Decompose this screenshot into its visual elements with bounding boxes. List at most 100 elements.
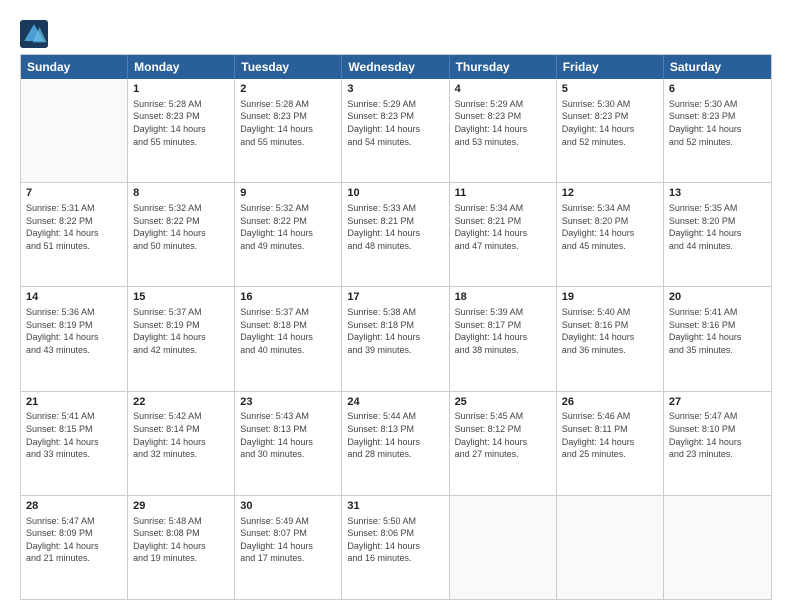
day-info: Sunrise: 5:38 AM Sunset: 8:18 PM Dayligh… bbox=[347, 306, 443, 356]
day-cell-empty-4-5 bbox=[557, 496, 664, 599]
day-cell-11: 11Sunrise: 5:34 AM Sunset: 8:21 PM Dayli… bbox=[450, 183, 557, 286]
day-number: 2 bbox=[240, 82, 336, 97]
day-number: 3 bbox=[347, 82, 443, 97]
day-cell-empty-4-4 bbox=[450, 496, 557, 599]
day-cell-29: 29Sunrise: 5:48 AM Sunset: 8:08 PM Dayli… bbox=[128, 496, 235, 599]
day-cell-16: 16Sunrise: 5:37 AM Sunset: 8:18 PM Dayli… bbox=[235, 287, 342, 390]
logo bbox=[20, 20, 50, 48]
day-info: Sunrise: 5:50 AM Sunset: 8:06 PM Dayligh… bbox=[347, 515, 443, 565]
day-info: Sunrise: 5:44 AM Sunset: 8:13 PM Dayligh… bbox=[347, 410, 443, 460]
day-info: Sunrise: 5:28 AM Sunset: 8:23 PM Dayligh… bbox=[133, 98, 229, 148]
day-number: 5 bbox=[562, 82, 658, 97]
day-info: Sunrise: 5:37 AM Sunset: 8:18 PM Dayligh… bbox=[240, 306, 336, 356]
day-info: Sunrise: 5:47 AM Sunset: 8:10 PM Dayligh… bbox=[669, 410, 766, 460]
day-info: Sunrise: 5:34 AM Sunset: 8:20 PM Dayligh… bbox=[562, 202, 658, 252]
day-cell-13: 13Sunrise: 5:35 AM Sunset: 8:20 PM Dayli… bbox=[664, 183, 771, 286]
day-cell-30: 30Sunrise: 5:49 AM Sunset: 8:07 PM Dayli… bbox=[235, 496, 342, 599]
day-info: Sunrise: 5:49 AM Sunset: 8:07 PM Dayligh… bbox=[240, 515, 336, 565]
day-info: Sunrise: 5:43 AM Sunset: 8:13 PM Dayligh… bbox=[240, 410, 336, 460]
day-number: 27 bbox=[669, 395, 766, 410]
day-info: Sunrise: 5:48 AM Sunset: 8:08 PM Dayligh… bbox=[133, 515, 229, 565]
day-cell-5: 5Sunrise: 5:30 AM Sunset: 8:23 PM Daylig… bbox=[557, 79, 664, 182]
header bbox=[20, 16, 772, 48]
day-number: 20 bbox=[669, 290, 766, 305]
day-number: 13 bbox=[669, 186, 766, 201]
day-cell-6: 6Sunrise: 5:30 AM Sunset: 8:23 PM Daylig… bbox=[664, 79, 771, 182]
day-number: 17 bbox=[347, 290, 443, 305]
day-cell-24: 24Sunrise: 5:44 AM Sunset: 8:13 PM Dayli… bbox=[342, 392, 449, 495]
day-cell-9: 9Sunrise: 5:32 AM Sunset: 8:22 PM Daylig… bbox=[235, 183, 342, 286]
header-day-tuesday: Tuesday bbox=[235, 55, 342, 79]
day-number: 18 bbox=[455, 290, 551, 305]
day-info: Sunrise: 5:33 AM Sunset: 8:21 PM Dayligh… bbox=[347, 202, 443, 252]
day-info: Sunrise: 5:32 AM Sunset: 8:22 PM Dayligh… bbox=[133, 202, 229, 252]
day-info: Sunrise: 5:34 AM Sunset: 8:21 PM Dayligh… bbox=[455, 202, 551, 252]
day-cell-28: 28Sunrise: 5:47 AM Sunset: 8:09 PM Dayli… bbox=[21, 496, 128, 599]
day-number: 31 bbox=[347, 499, 443, 514]
day-info: Sunrise: 5:47 AM Sunset: 8:09 PM Dayligh… bbox=[26, 515, 122, 565]
day-cell-14: 14Sunrise: 5:36 AM Sunset: 8:19 PM Dayli… bbox=[21, 287, 128, 390]
day-number: 11 bbox=[455, 186, 551, 201]
day-number: 12 bbox=[562, 186, 658, 201]
day-cell-25: 25Sunrise: 5:45 AM Sunset: 8:12 PM Dayli… bbox=[450, 392, 557, 495]
day-info: Sunrise: 5:36 AM Sunset: 8:19 PM Dayligh… bbox=[26, 306, 122, 356]
day-number: 16 bbox=[240, 290, 336, 305]
header-day-monday: Monday bbox=[128, 55, 235, 79]
day-number: 6 bbox=[669, 82, 766, 97]
day-cell-1: 1Sunrise: 5:28 AM Sunset: 8:23 PM Daylig… bbox=[128, 79, 235, 182]
calendar-row-3: 21Sunrise: 5:41 AM Sunset: 8:15 PM Dayli… bbox=[21, 391, 771, 495]
day-cell-19: 19Sunrise: 5:40 AM Sunset: 8:16 PM Dayli… bbox=[557, 287, 664, 390]
calendar: SundayMondayTuesdayWednesdayThursdayFrid… bbox=[20, 54, 772, 600]
day-number: 8 bbox=[133, 186, 229, 201]
header-day-thursday: Thursday bbox=[450, 55, 557, 79]
day-number: 1 bbox=[133, 82, 229, 97]
day-cell-12: 12Sunrise: 5:34 AM Sunset: 8:20 PM Dayli… bbox=[557, 183, 664, 286]
day-info: Sunrise: 5:29 AM Sunset: 8:23 PM Dayligh… bbox=[455, 98, 551, 148]
day-number: 29 bbox=[133, 499, 229, 514]
calendar-row-2: 14Sunrise: 5:36 AM Sunset: 8:19 PM Dayli… bbox=[21, 286, 771, 390]
day-number: 4 bbox=[455, 82, 551, 97]
day-cell-empty-4-6 bbox=[664, 496, 771, 599]
day-number: 15 bbox=[133, 290, 229, 305]
day-info: Sunrise: 5:41 AM Sunset: 8:15 PM Dayligh… bbox=[26, 410, 122, 460]
day-cell-10: 10Sunrise: 5:33 AM Sunset: 8:21 PM Dayli… bbox=[342, 183, 449, 286]
day-number: 21 bbox=[26, 395, 122, 410]
day-info: Sunrise: 5:39 AM Sunset: 8:17 PM Dayligh… bbox=[455, 306, 551, 356]
day-cell-27: 27Sunrise: 5:47 AM Sunset: 8:10 PM Dayli… bbox=[664, 392, 771, 495]
calendar-row-4: 28Sunrise: 5:47 AM Sunset: 8:09 PM Dayli… bbox=[21, 495, 771, 599]
day-number: 24 bbox=[347, 395, 443, 410]
day-number: 9 bbox=[240, 186, 336, 201]
day-info: Sunrise: 5:29 AM Sunset: 8:23 PM Dayligh… bbox=[347, 98, 443, 148]
calendar-row-1: 7Sunrise: 5:31 AM Sunset: 8:22 PM Daylig… bbox=[21, 182, 771, 286]
day-number: 19 bbox=[562, 290, 658, 305]
day-cell-22: 22Sunrise: 5:42 AM Sunset: 8:14 PM Dayli… bbox=[128, 392, 235, 495]
calendar-body: 1Sunrise: 5:28 AM Sunset: 8:23 PM Daylig… bbox=[21, 79, 771, 599]
day-cell-26: 26Sunrise: 5:46 AM Sunset: 8:11 PM Dayli… bbox=[557, 392, 664, 495]
header-day-saturday: Saturday bbox=[664, 55, 771, 79]
day-number: 23 bbox=[240, 395, 336, 410]
day-info: Sunrise: 5:37 AM Sunset: 8:19 PM Dayligh… bbox=[133, 306, 229, 356]
day-cell-21: 21Sunrise: 5:41 AM Sunset: 8:15 PM Dayli… bbox=[21, 392, 128, 495]
day-cell-empty-0-0 bbox=[21, 79, 128, 182]
day-cell-17: 17Sunrise: 5:38 AM Sunset: 8:18 PM Dayli… bbox=[342, 287, 449, 390]
day-cell-7: 7Sunrise: 5:31 AM Sunset: 8:22 PM Daylig… bbox=[21, 183, 128, 286]
calendar-header: SundayMondayTuesdayWednesdayThursdayFrid… bbox=[21, 55, 771, 79]
day-info: Sunrise: 5:31 AM Sunset: 8:22 PM Dayligh… bbox=[26, 202, 122, 252]
day-info: Sunrise: 5:28 AM Sunset: 8:23 PM Dayligh… bbox=[240, 98, 336, 148]
day-number: 30 bbox=[240, 499, 336, 514]
day-info: Sunrise: 5:35 AM Sunset: 8:20 PM Dayligh… bbox=[669, 202, 766, 252]
calendar-row-0: 1Sunrise: 5:28 AM Sunset: 8:23 PM Daylig… bbox=[21, 79, 771, 182]
day-cell-31: 31Sunrise: 5:50 AM Sunset: 8:06 PM Dayli… bbox=[342, 496, 449, 599]
day-cell-3: 3Sunrise: 5:29 AM Sunset: 8:23 PM Daylig… bbox=[342, 79, 449, 182]
day-info: Sunrise: 5:41 AM Sunset: 8:16 PM Dayligh… bbox=[669, 306, 766, 356]
day-number: 10 bbox=[347, 186, 443, 201]
day-cell-4: 4Sunrise: 5:29 AM Sunset: 8:23 PM Daylig… bbox=[450, 79, 557, 182]
day-cell-23: 23Sunrise: 5:43 AM Sunset: 8:13 PM Dayli… bbox=[235, 392, 342, 495]
day-info: Sunrise: 5:46 AM Sunset: 8:11 PM Dayligh… bbox=[562, 410, 658, 460]
day-number: 28 bbox=[26, 499, 122, 514]
day-cell-8: 8Sunrise: 5:32 AM Sunset: 8:22 PM Daylig… bbox=[128, 183, 235, 286]
day-cell-20: 20Sunrise: 5:41 AM Sunset: 8:16 PM Dayli… bbox=[664, 287, 771, 390]
logo-icon bbox=[20, 20, 48, 48]
day-number: 26 bbox=[562, 395, 658, 410]
day-info: Sunrise: 5:45 AM Sunset: 8:12 PM Dayligh… bbox=[455, 410, 551, 460]
